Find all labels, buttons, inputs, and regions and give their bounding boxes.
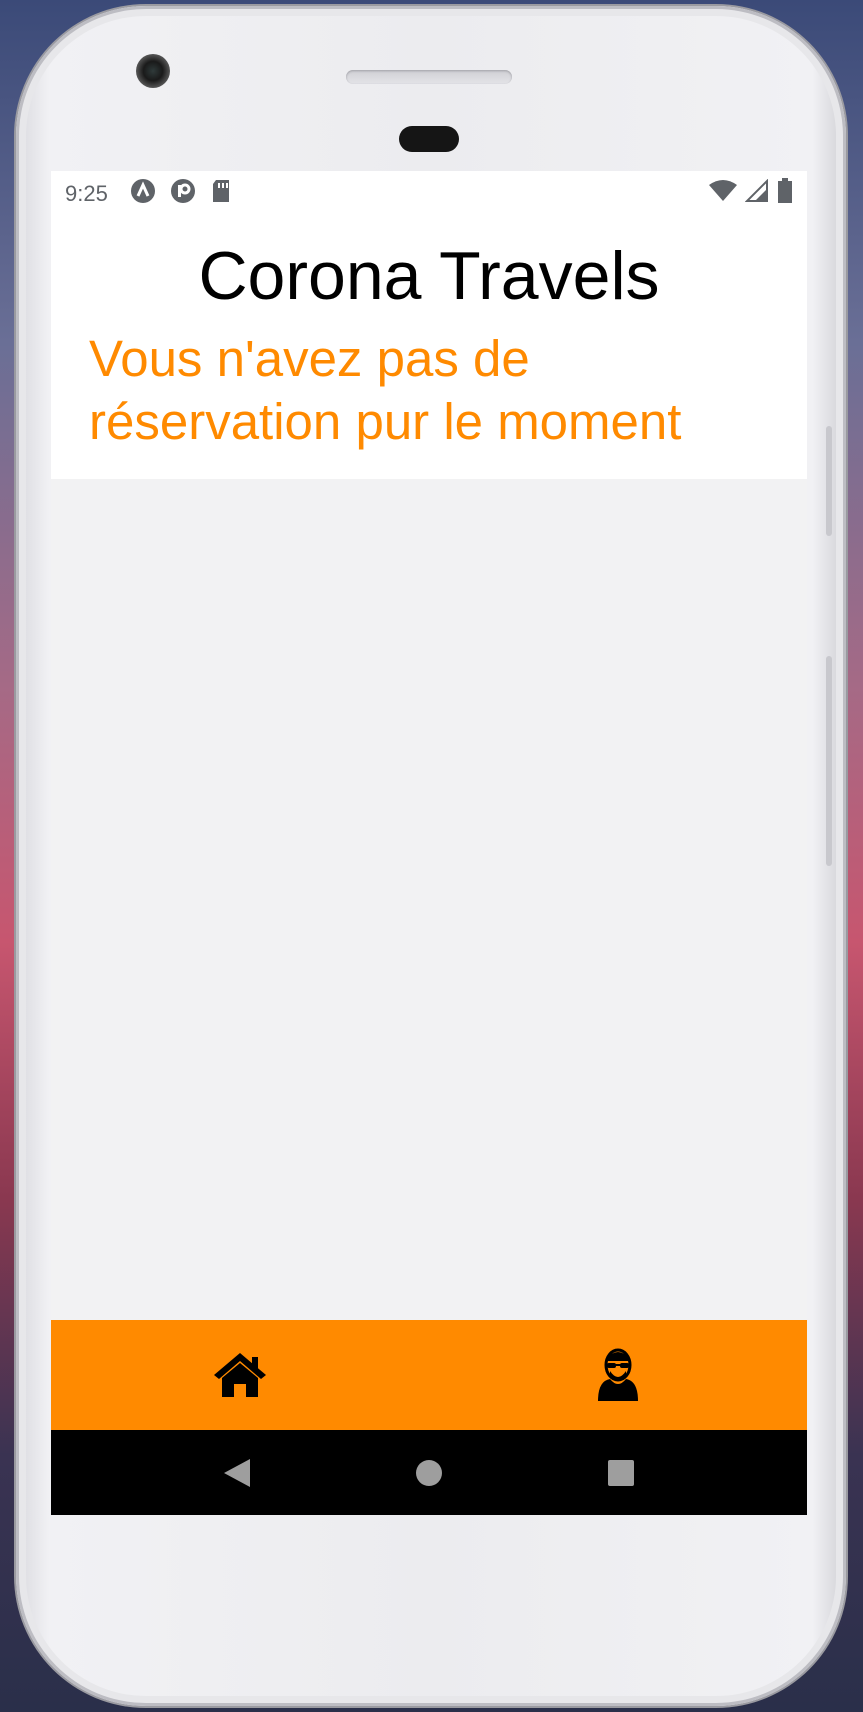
home-icon xyxy=(214,1353,266,1397)
power-button xyxy=(826,656,832,866)
sd-card-icon xyxy=(210,178,232,210)
main-content-area xyxy=(51,479,807,1320)
bottom-tab-bar xyxy=(51,1320,807,1430)
earpiece-speaker xyxy=(346,70,512,84)
nav-back-button[interactable] xyxy=(207,1443,267,1503)
nav-home-button[interactable] xyxy=(399,1443,459,1503)
empty-reservations-message: Vous n'avez pas de réservation pur le mo… xyxy=(89,330,682,450)
wifi-icon xyxy=(709,179,737,209)
recents-square-icon xyxy=(608,1459,634,1486)
tab-home[interactable] xyxy=(180,1335,300,1415)
front-camera xyxy=(136,54,170,88)
home-circle-icon xyxy=(416,1459,442,1486)
status-bar: 9:25 xyxy=(51,171,807,217)
system-navigation-bar xyxy=(51,1430,807,1515)
proximity-sensor xyxy=(399,126,459,152)
status-system-icons xyxy=(709,178,793,210)
battery-icon xyxy=(777,178,793,210)
app-header: Corona Travels Vous n'avez pas de réserv… xyxy=(51,217,807,479)
cell-signal-icon xyxy=(744,178,769,209)
volume-button xyxy=(826,426,832,536)
back-icon xyxy=(224,1458,250,1487)
app-title: Corona Travels xyxy=(198,238,660,314)
status-time: 9:25 xyxy=(65,181,108,206)
status-notification-icons xyxy=(130,178,232,210)
a-letter-icon xyxy=(130,178,156,210)
nav-recents-button[interactable] xyxy=(591,1443,651,1503)
phone-frame: 9:25 Corona Travels Vous n'avez pas de r… xyxy=(16,6,846,1706)
p-letter-icon xyxy=(170,178,196,210)
tab-profile[interactable] xyxy=(558,1335,678,1415)
phone-screen: 9:25 Corona Travels Vous n'avez pas de r… xyxy=(51,171,807,1515)
user-avatar-icon xyxy=(598,1348,638,1401)
